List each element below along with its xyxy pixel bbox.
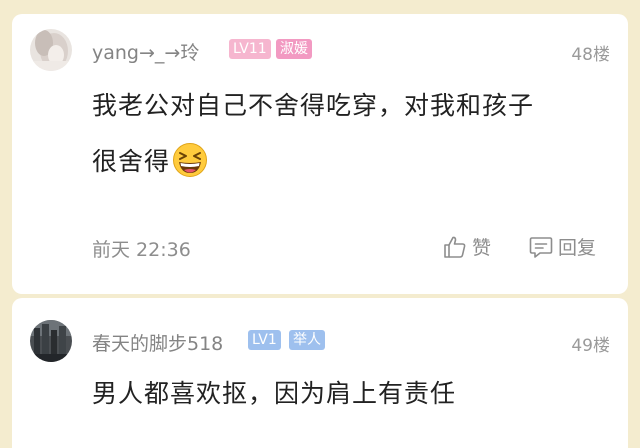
avatar-image	[30, 320, 72, 362]
title-badge: 淑媛	[276, 39, 312, 59]
comment-card: 春天的脚步518 LV1 举人 49楼 男人都喜欢抠，因为肩上有责任	[12, 298, 628, 448]
avatar[interactable]	[30, 320, 72, 362]
level-badge: LV11	[229, 39, 271, 59]
level-badge: LV1	[248, 330, 281, 350]
comment-card: yang→_→玲 LV11 淑媛 48楼 我老公对自己不舍得吃穿，对我和孩子 很…	[12, 14, 628, 294]
reply-button[interactable]: 回复	[528, 233, 596, 260]
username[interactable]: yang→_→玲	[92, 38, 199, 65]
avatar-image	[30, 29, 72, 71]
comment-text: 很舍得	[92, 147, 171, 176]
comment-text-line: 男人都喜欢抠，因为肩上有责任	[92, 379, 457, 408]
username[interactable]: 春天的脚步518	[92, 329, 223, 356]
comment-content: 我老公对自己不舍得吃穿，对我和孩子 很舍得	[92, 78, 604, 190]
grinning-squinting-face-icon	[173, 143, 208, 177]
avatar[interactable]	[30, 29, 72, 71]
comment-text-line: 很舍得	[92, 134, 604, 190]
title-badge: 举人	[289, 330, 325, 350]
like-label: 赞	[472, 237, 492, 259]
comment-bubble-icon	[529, 236, 553, 258]
comment-timestamp: 前天 22:36	[92, 239, 191, 261]
reply-label: 回复	[558, 237, 597, 259]
like-button[interactable]: 赞	[442, 233, 491, 260]
comment-content: 男人都喜欢抠，因为肩上有责任	[92, 366, 604, 422]
floor-number: 49楼	[571, 336, 610, 356]
comment-text-line: 我老公对自己不舍得吃穿，对我和孩子	[92, 91, 535, 120]
thumbs-up-icon	[444, 236, 466, 258]
floor-number: 48楼	[571, 45, 610, 65]
